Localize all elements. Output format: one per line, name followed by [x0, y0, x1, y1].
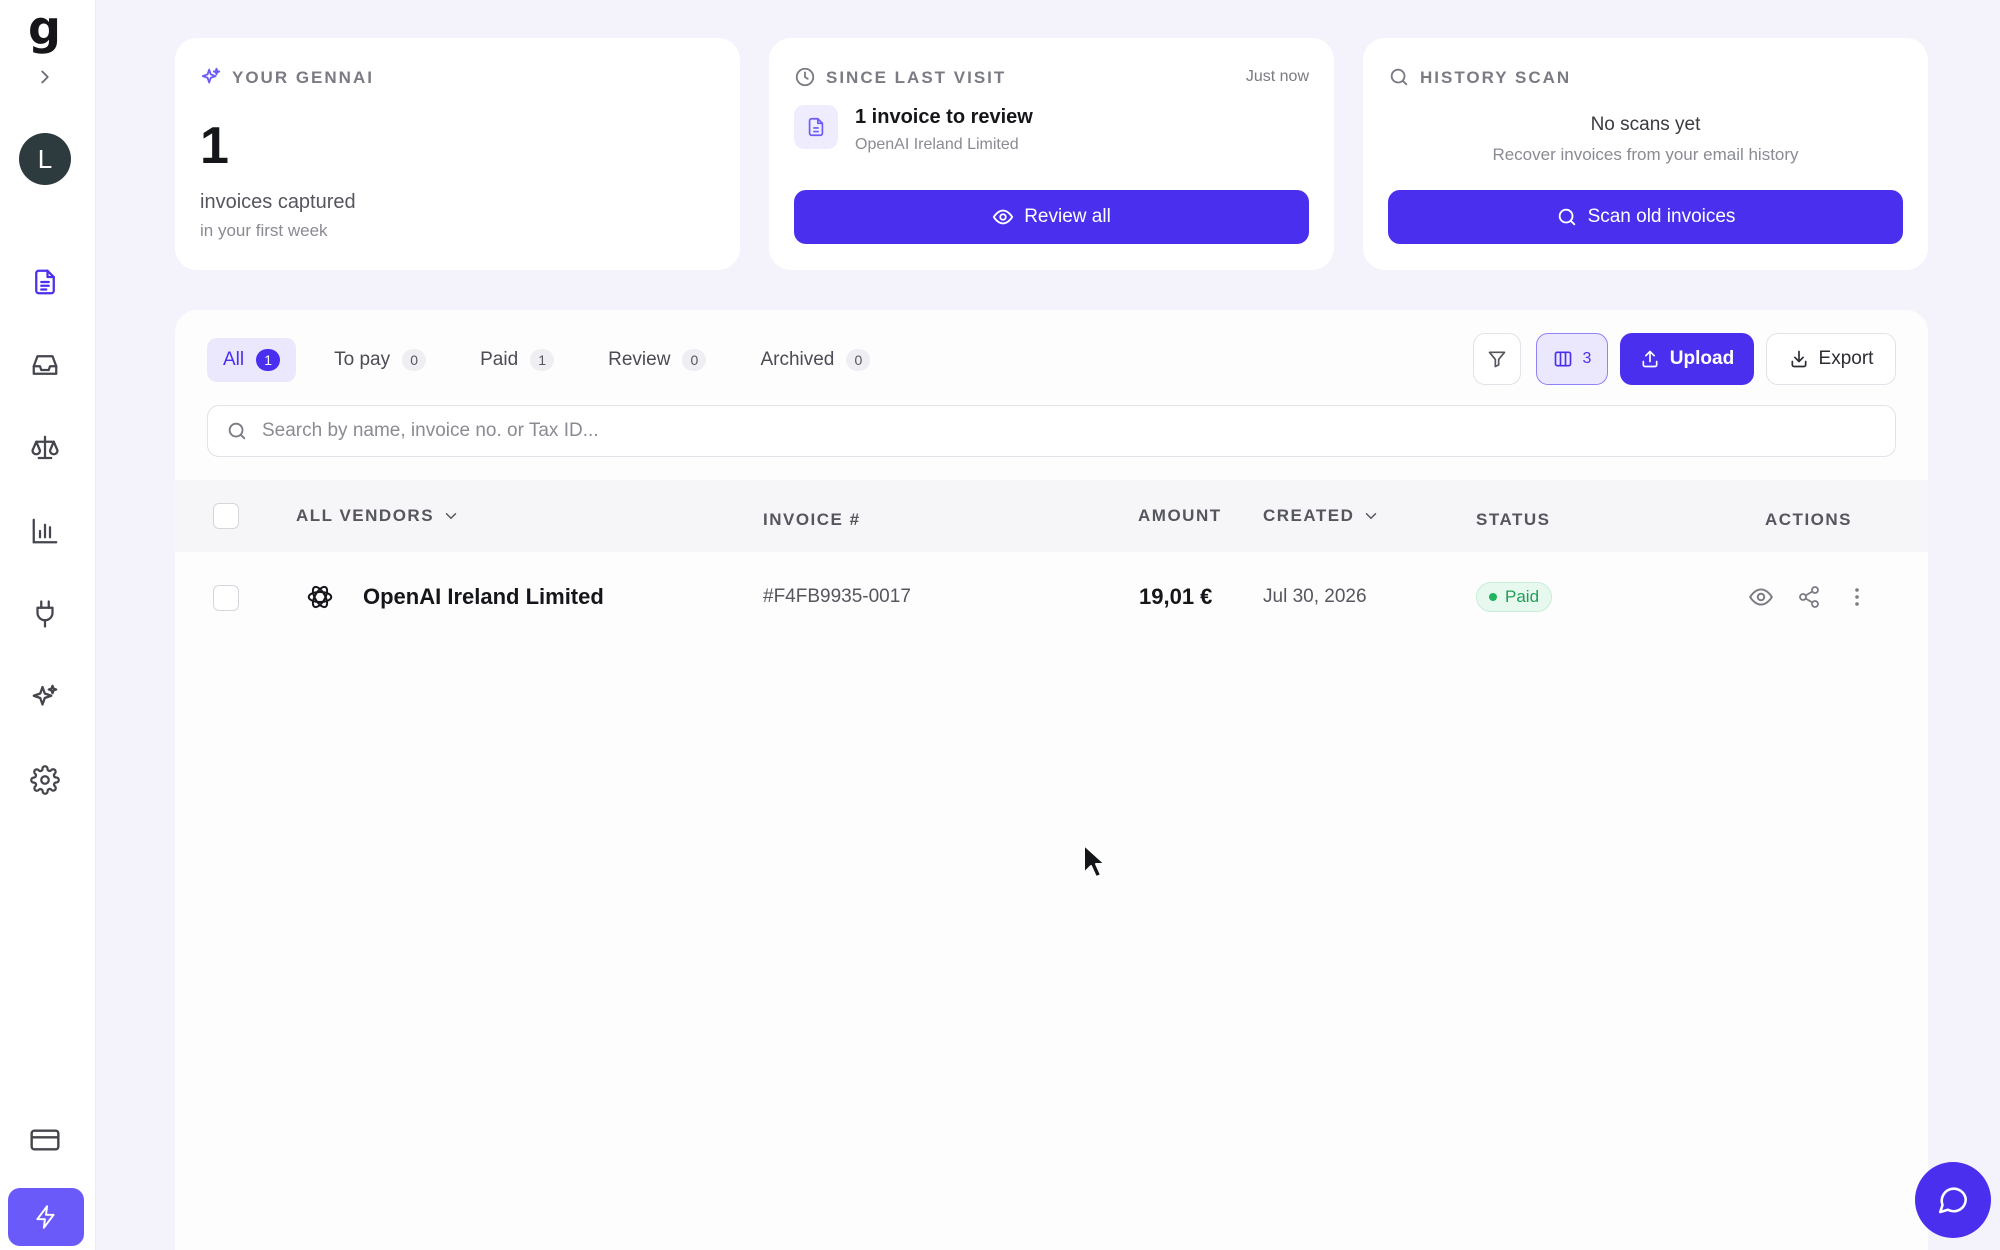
- vendor-filter-header[interactable]: ALL VENDORS: [296, 480, 460, 552]
- columns-count: 3: [1582, 350, 1592, 367]
- status-dot: [1489, 593, 1497, 601]
- first-week-label: in your first week: [200, 221, 328, 240]
- invoices-to-review[interactable]: 1 invoice to review: [855, 106, 1033, 129]
- filter-tabs: All 1 To pay 0 Paid 1 Review 0 Archived …: [207, 338, 886, 382]
- status-badge: Paid: [1476, 582, 1553, 612]
- tab-all[interactable]: All 1: [207, 338, 297, 382]
- created-header-label: CREATED: [1263, 506, 1355, 525]
- columns-button[interactable]: 3: [1536, 333, 1608, 385]
- openai-logo-icon: [305, 552, 335, 642]
- tab-label: To pay: [334, 349, 391, 370]
- since-last-visit-card: SINCE LAST VISIT Just now 1 invoice to r…: [769, 38, 1334, 270]
- amount-header: AMOUNT: [1138, 506, 1222, 525]
- tab-count: 0: [402, 349, 427, 371]
- review-all-button[interactable]: Review all: [794, 190, 1309, 244]
- recover-text: Recover invoices from your email history: [1492, 145, 1799, 164]
- search-icon: [1388, 66, 1410, 88]
- inbox-icon[interactable]: [28, 348, 62, 382]
- review-all-label: Review all: [1024, 206, 1111, 227]
- export-label: Export: [1818, 348, 1874, 369]
- created-sort-header[interactable]: CREATED: [1263, 480, 1380, 552]
- share-icon[interactable]: [1794, 582, 1824, 612]
- last-visit-time: Just now: [1245, 68, 1309, 85]
- chat-bubble-icon: [1938, 1187, 1968, 1214]
- avatar[interactable]: L: [19, 133, 71, 185]
- tab-archived[interactable]: Archived 0: [744, 338, 886, 382]
- chevron-right-icon[interactable]: [34, 66, 56, 88]
- columns-icon: [1554, 351, 1571, 367]
- sparkles-icon: [200, 66, 222, 88]
- actions-header: ACTIONS: [1765, 510, 1852, 529]
- invoices-icon[interactable]: [28, 265, 62, 299]
- bolt-icon[interactable]: [8, 1188, 84, 1246]
- credit-card-icon[interactable]: [14, 1112, 76, 1168]
- balance-scale-icon[interactable]: [28, 431, 62, 465]
- tab-count: 0: [846, 349, 871, 371]
- no-scans-text: No scans yet: [1590, 114, 1701, 135]
- tab-paid[interactable]: Paid 1: [464, 338, 570, 382]
- sidebar: g L: [0, 0, 96, 1250]
- vendor-name[interactable]: OpenAI Ireland Limited: [363, 552, 604, 642]
- export-button[interactable]: Export: [1766, 333, 1896, 385]
- chat-button[interactable]: [1915, 1162, 1991, 1238]
- invoices-captured-count: 1: [200, 117, 229, 175]
- tab-to-pay[interactable]: To pay 0: [318, 338, 442, 382]
- tab-label: Archived: [760, 349, 835, 370]
- mouse-cursor-icon: [1082, 843, 1108, 881]
- plug-icon[interactable]: [28, 597, 62, 631]
- status-label: Paid: [1505, 587, 1540, 606]
- history-scan-card: HISTORY SCAN No scans yet Recover invoic…: [1363, 38, 1928, 270]
- upload-icon: [1642, 350, 1658, 368]
- status-header: STATUS: [1476, 510, 1551, 529]
- tab-count: 1: [256, 349, 281, 371]
- card-title: HISTORY SCAN: [1420, 68, 1572, 87]
- invoice-amount: 19,01 €: [1139, 584, 1213, 609]
- gear-icon[interactable]: [28, 763, 62, 797]
- invoice-number: #F4FB9935-0017: [763, 586, 911, 607]
- filter-button[interactable]: [1473, 333, 1521, 385]
- tab-label: All: [223, 349, 245, 370]
- eye-icon: [992, 209, 1014, 225]
- card-title: SINCE LAST VISIT: [826, 68, 1007, 87]
- upload-label: Upload: [1669, 348, 1735, 369]
- card-title: YOUR GENNAI: [232, 68, 374, 87]
- document-icon: [794, 105, 838, 149]
- status-cell: Paid: [1476, 552, 1553, 642]
- sparkles-icon[interactable]: [28, 680, 62, 714]
- created-date: Jul 30, 2026: [1263, 586, 1367, 607]
- search-bar: [207, 405, 1896, 457]
- row-checkbox[interactable]: [213, 585, 239, 611]
- scan-old-invoices-label: Scan old invoices: [1587, 206, 1736, 227]
- filter-icon: [1488, 351, 1506, 368]
- more-vertical-icon[interactable]: [1842, 582, 1872, 612]
- tab-count: 1: [530, 349, 555, 371]
- upload-button[interactable]: Upload: [1620, 333, 1754, 385]
- search-input[interactable]: [262, 420, 1762, 442]
- download-icon: [1791, 350, 1807, 368]
- chevron-down-icon: [445, 513, 457, 520]
- tab-label: Paid: [480, 349, 519, 370]
- tab-review[interactable]: Review 0: [592, 338, 722, 382]
- clock-icon: [794, 66, 816, 88]
- vendor-header-label: ALL VENDORS: [296, 506, 435, 525]
- select-all-checkbox[interactable]: [213, 503, 239, 529]
- app-logo[interactable]: g: [28, 5, 61, 52]
- invoices-panel: All 1 To pay 0 Paid 1 Review 0 Archived …: [175, 310, 1928, 1250]
- scan-old-invoices-button[interactable]: Scan old invoices: [1388, 190, 1903, 244]
- eye-icon[interactable]: [1746, 582, 1776, 612]
- table-header: ALL VENDORS INVOICE # AMOUNT CREATED STA…: [175, 480, 1928, 552]
- search-icon: [1558, 208, 1575, 226]
- gennai-card: YOUR GENNAI 1 invoices captured in your …: [175, 38, 740, 270]
- table-row[interactable]: OpenAI Ireland Limited #F4FB9935-0017 19…: [175, 552, 1928, 642]
- invoices-captured-label: invoices captured: [200, 191, 356, 213]
- search-icon: [228, 422, 246, 440]
- chart-icon[interactable]: [28, 514, 62, 548]
- tab-label: Review: [608, 349, 671, 370]
- tab-count: 0: [682, 349, 707, 371]
- review-vendor: OpenAI Ireland Limited: [855, 136, 1019, 153]
- invoice-header: INVOICE #: [763, 510, 861, 529]
- chevron-down-icon: [1366, 513, 1377, 520]
